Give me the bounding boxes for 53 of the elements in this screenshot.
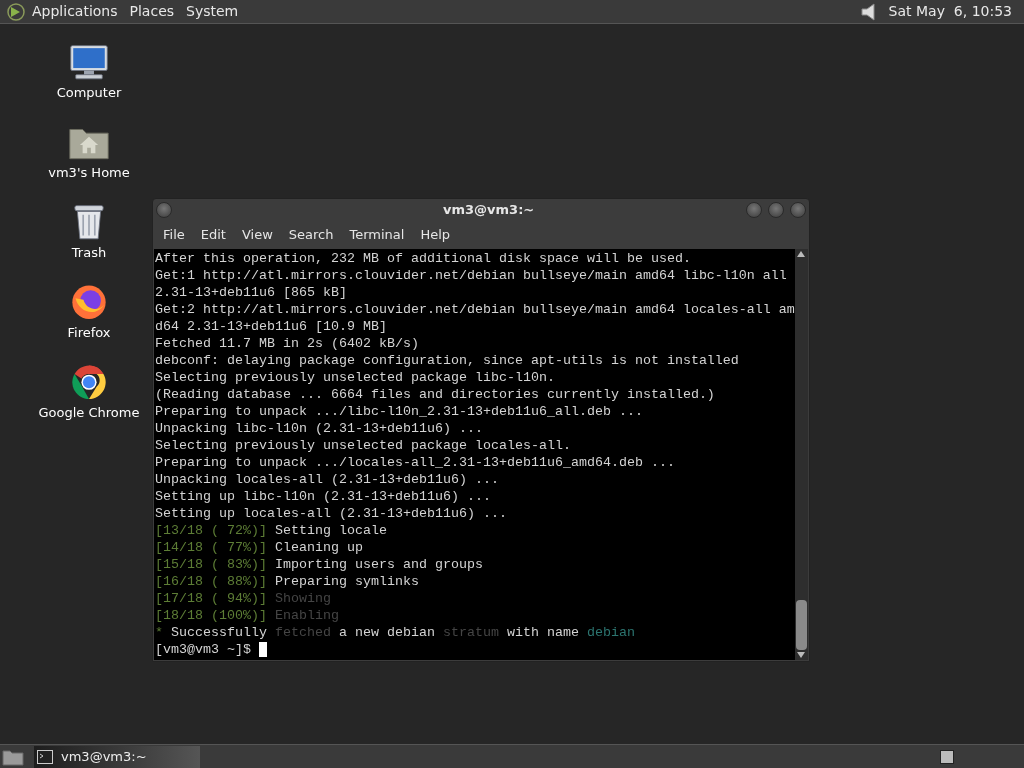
- panel-menu[interactable]: Places: [123, 1, 181, 22]
- terminal-line: [13/18 ( 72%)] Setting locale: [155, 522, 387, 539]
- terminal-line: Selecting previously unselected package libc-l10n.: [155, 369, 555, 386]
- terminal-line: Fetched 11.7 MB in 2s (6402 kB/s): [155, 335, 419, 352]
- terminal-line: Preparing to unpack .../locales-all_2.31-13+deb11u6_amd64.deb ...: [155, 454, 675, 471]
- panel-menu[interactable]: Applications: [26, 1, 124, 22]
- terminal-line: 2.31-13+deb11u6 [865 kB]: [155, 284, 347, 301]
- taskbar-button[interactable]: vm3@vm3:~: [34, 745, 200, 768]
- terminal-line: Selecting previously unselected package locales-all.: [155, 437, 571, 454]
- terminal-line: [14/18 ( 77%)] Cleaning up: [155, 539, 363, 556]
- scroll-up-icon[interactable]: [797, 251, 806, 257]
- menu-item[interactable]: View: [233, 225, 281, 245]
- menu-item[interactable]: Search: [280, 225, 342, 245]
- menu-item[interactable]: Help: [412, 225, 459, 245]
- terminal-icon: [37, 749, 53, 764]
- desktop-icon-label[interactable]: Firefox: [67, 322, 111, 342]
- terminal-line: Get:1 http://atl.mirrors.clouvider.net/debian bullseye/main amd64 libc-l10n all: [155, 267, 787, 284]
- minimize-button[interactable]: [746, 202, 762, 218]
- terminal-line: After this operation, 232 MB of additional disk space will be used.: [155, 250, 691, 267]
- desktop-icon-label[interactable]: Trash: [71, 242, 107, 262]
- terminal-line: [vm3@vm3 ~]$: [155, 641, 267, 658]
- terminal-line: Setting up locales-all (2.31-13+deb11u6) ...: [155, 505, 507, 522]
- maximize-button[interactable]: [768, 202, 784, 218]
- desktop-icon-label[interactable]: Google Chrome: [38, 402, 140, 422]
- window-menu-button[interactable]: [156, 202, 172, 218]
- terminal-line: (Reading database ... 6664 files and directories currently installed.): [155, 386, 715, 403]
- terminal-line: * Successfully fetched a new debian stratum with name debian: [155, 624, 635, 641]
- menu-item[interactable]: Terminal: [341, 225, 413, 245]
- menu-item[interactable]: File: [155, 225, 193, 245]
- scroll-down-icon[interactable]: [797, 652, 806, 658]
- terminal-line: [17/18 ( 94%)] Showing: [155, 590, 331, 607]
- terminal-line: Unpacking libc-l10n (2.31-13+deb11u6) ...: [155, 420, 483, 437]
- terminal-line: Setting up libc-l10n (2.31-13+deb11u6) ...: [155, 488, 491, 505]
- terminal-line: [15/18 ( 83%)] Importing users and groups: [155, 556, 483, 573]
- close-button[interactable]: [790, 202, 806, 218]
- terminal-line: debconf: delaying package configuration, since apt-utils is not installed: [155, 352, 739, 369]
- terminal-line: [16/18 ( 88%)] Preparing symlinks: [155, 573, 419, 590]
- terminal-line: d64 2.31-13+deb11u6 [10.9 MB]: [155, 318, 387, 335]
- terminal-line: Preparing to unpack .../libc-l10n_2.31-13+deb11u6_all.deb ...: [155, 403, 643, 420]
- show-desktop-icon[interactable]: [2, 747, 24, 766]
- workspace-switcher[interactable]: [940, 749, 954, 764]
- terminal-line: Get:2 http://atl.mirrors.clouvider.net/debian bullseye/main amd64 locales-all am: [155, 301, 795, 318]
- desktop-icon-label[interactable]: Computer: [56, 82, 122, 102]
- terminal-line: Unpacking locales-all (2.31-13+deb11u6) ...: [155, 471, 499, 488]
- menu-item[interactable]: Edit: [192, 225, 234, 245]
- desktop-icon-label[interactable]: vm3's Home: [48, 162, 130, 182]
- logo-icon[interactable]: [4, 1, 26, 22]
- scroll-thumb[interactable]: [795, 600, 807, 650]
- panel-menu[interactable]: System: [180, 1, 245, 22]
- text-cursor: [259, 642, 267, 657]
- window-title: vm3@vm3:~: [443, 201, 535, 220]
- clock[interactable]: Sat May 6, 10:53: [880, 1, 1020, 22]
- terminal-line: [18/18 (100%)] Enabling: [155, 607, 339, 624]
